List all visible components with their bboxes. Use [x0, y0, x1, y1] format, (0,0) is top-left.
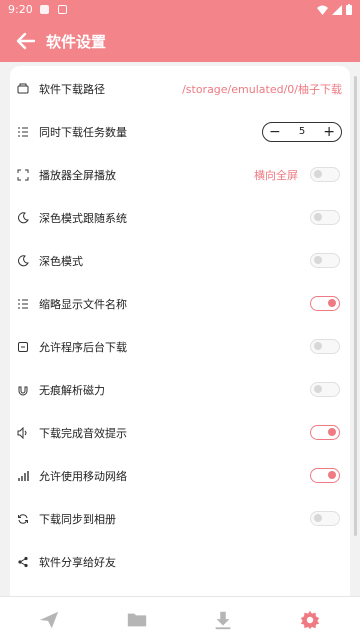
window-icon	[18, 341, 28, 352]
setting-sync-album: 下载同步到相册	[10, 497, 350, 540]
setting-label: 无痕解析磁力	[39, 383, 105, 397]
setting-download-path[interactable]: 软件下载路径 /storage/emulated/0/柚子下载	[10, 67, 350, 110]
abbreviate-filename-toggle[interactable]	[310, 296, 340, 311]
setting-background-download: 允许程序后台下载	[10, 325, 350, 368]
scrollbar[interactable]	[354, 76, 357, 536]
share-icon	[18, 556, 28, 567]
wifi-icon	[317, 5, 328, 15]
setting-label: 深色模式	[39, 254, 83, 268]
fullscreen-mode-value[interactable]: 横向全屏	[254, 167, 298, 183]
setting-fullscreen: 播放器全屏播放 横向全屏	[10, 153, 350, 196]
setting-label: 下载同步到相册	[39, 512, 116, 526]
setting-concurrent-tasks: 同时下载任务数量 − 5 +	[10, 110, 350, 153]
fullscreen-toggle[interactable]	[310, 167, 340, 182]
battery-icon	[346, 4, 352, 15]
sound-alert-toggle[interactable]	[310, 425, 340, 440]
moon-icon	[18, 254, 29, 266]
setting-magnet-parse: 无痕解析磁力	[10, 368, 350, 411]
back-arrow-icon[interactable]	[14, 29, 38, 53]
list-icon	[18, 127, 28, 136]
dark-follow-toggle[interactable]	[310, 210, 340, 225]
sync-icon	[18, 513, 28, 524]
bottom-nav	[0, 596, 360, 641]
download-icon[interactable]	[212, 609, 234, 631]
setting-sound-alert: 下载完成音效提示	[10, 411, 350, 454]
magnet-parse-toggle[interactable]	[310, 382, 340, 397]
decrement-button[interactable]: −	[269, 125, 281, 139]
setting-label: 下载完成音效提示	[39, 426, 127, 440]
setting-label: 缩略显示文件名称	[39, 297, 127, 311]
list-icon	[18, 299, 28, 308]
download-path-value[interactable]: /storage/emulated/0/柚子下载	[182, 81, 342, 97]
setting-mobile-network: 允许使用移动网络	[10, 454, 350, 497]
sync-album-toggle[interactable]	[310, 511, 340, 526]
setting-dark-mode: 深色模式	[10, 239, 350, 282]
setting-label: 允许使用移动网络	[39, 469, 127, 483]
mobile-network-toggle[interactable]	[310, 468, 340, 483]
fullscreen-icon	[17, 169, 29, 180]
page-title: 软件设置	[46, 33, 107, 51]
dark-mode-toggle[interactable]	[310, 253, 340, 268]
setting-abbreviate-filename: 缩略显示文件名称	[10, 282, 350, 325]
magnet-icon	[18, 386, 28, 395]
setting-label: 软件分享给好友	[39, 555, 116, 569]
folder-path-icon	[17, 83, 29, 93]
signal-icon	[332, 4, 342, 15]
concurrent-tasks-stepper: − 5 +	[262, 121, 342, 142]
settings-card: 软件下载路径 /storage/emulated/0/柚子下载 同时下载任务数量…	[10, 66, 350, 606]
moon-icon	[18, 211, 29, 223]
sound-icon	[17, 426, 27, 439]
folder-icon[interactable]	[126, 609, 148, 631]
concurrent-tasks-value: 5	[298, 126, 306, 137]
background-download-toggle[interactable]	[310, 339, 340, 354]
setting-label: 同时下载任务数量	[39, 125, 127, 139]
app-bar: 软件设置	[0, 20, 360, 62]
increment-button[interactable]: +	[323, 125, 335, 139]
setting-label: 允许程序后台下载	[39, 340, 127, 354]
notification-icon-2	[58, 5, 67, 14]
signal-bars-icon	[18, 470, 29, 481]
status-bar: 9:20	[0, 0, 360, 20]
setting-share[interactable]: 软件分享给好友	[10, 540, 350, 583]
setting-label: 深色模式跟随系统	[39, 211, 127, 225]
setting-dark-follow-system: 深色模式跟随系统	[10, 196, 350, 239]
settings-icon[interactable]	[299, 609, 321, 631]
send-icon[interactable]	[38, 609, 60, 631]
setting-label: 软件下载路径	[39, 82, 105, 96]
status-time: 9:20	[8, 3, 33, 16]
setting-label: 播放器全屏播放	[39, 168, 116, 182]
notification-icon	[40, 5, 49, 14]
